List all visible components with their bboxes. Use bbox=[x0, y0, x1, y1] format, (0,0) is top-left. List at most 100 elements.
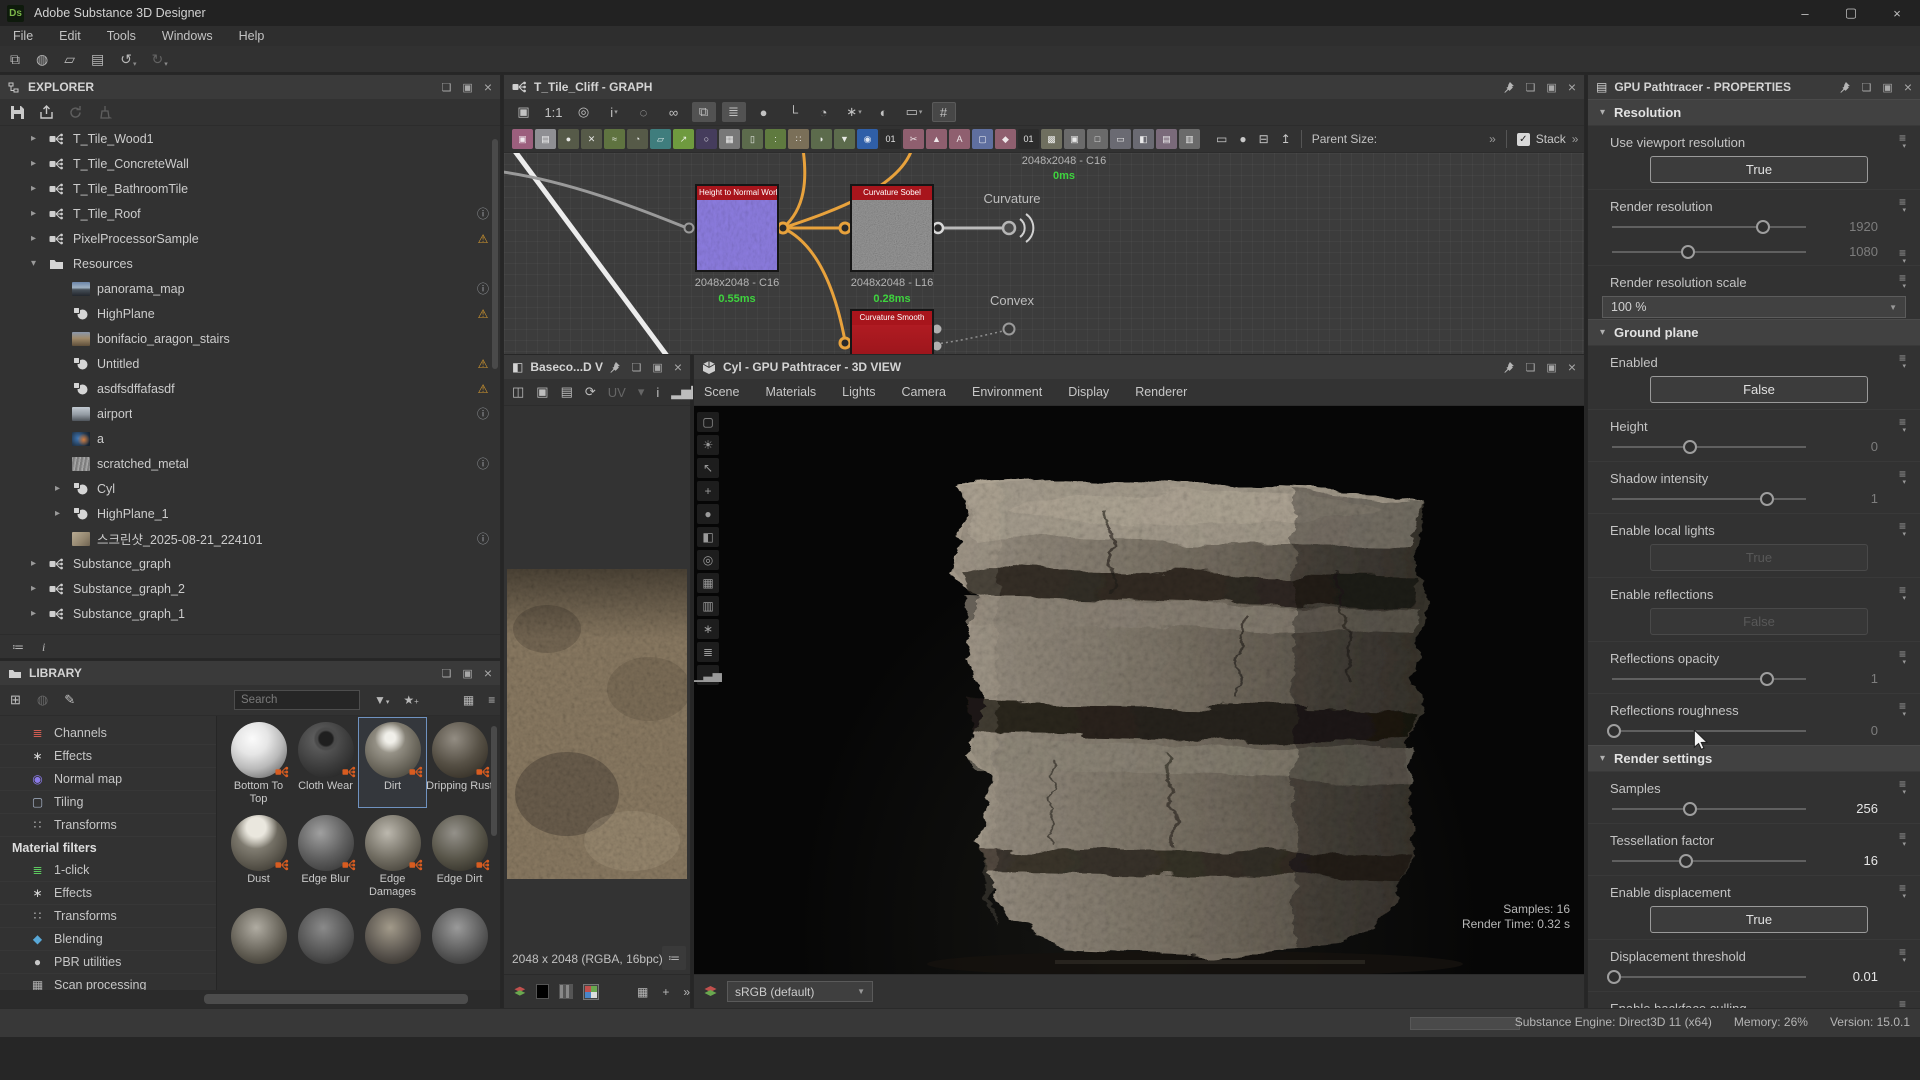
channels-icon[interactable] bbox=[704, 986, 717, 998]
explorer-item[interactable]: ▸ T_Tile_ConcreteWall bbox=[0, 151, 500, 176]
view2d-bottom-tool[interactable]: + bbox=[662, 985, 669, 999]
close-icon[interactable]: × bbox=[484, 665, 492, 681]
property-value[interactable]: 0 bbox=[1798, 723, 1878, 738]
node-shelf-tile[interactable]: ◧ bbox=[1133, 129, 1154, 149]
slider-handle[interactable] bbox=[1760, 492, 1774, 506]
add-folder-icon[interactable]: ⊞ bbox=[10, 692, 21, 708]
expander-chevron[interactable]: ▸ bbox=[27, 558, 40, 569]
material-item[interactable]: Cloth Wear bbox=[292, 718, 359, 807]
clean-icon[interactable] bbox=[97, 105, 113, 120]
list-view-icon[interactable]: ≡ bbox=[488, 693, 495, 707]
menu-item[interactable]: Help bbox=[226, 29, 278, 43]
node-shelf-tile[interactable]: ▥ bbox=[1179, 129, 1200, 149]
explorer-item[interactable]: ▸ T_Tile_Roof bbox=[0, 201, 500, 226]
node-shelf-tile[interactable]: 01 bbox=[1018, 129, 1039, 149]
property-menu-icon[interactable]: ≡ bbox=[1899, 197, 1906, 216]
library-category[interactable]: ∷ Transforms bbox=[0, 905, 216, 928]
colorspace-select[interactable]: sRGB (default) ▼ bbox=[727, 981, 873, 1002]
scrollbar-handle[interactable] bbox=[204, 994, 468, 1004]
explorer-item[interactable]: airport bbox=[0, 401, 500, 426]
expander-chevron[interactable]: ▸ bbox=[27, 608, 40, 619]
node-shelf-tile[interactable]: A bbox=[949, 129, 970, 149]
expander-chevron[interactable]: ▸ bbox=[27, 583, 40, 594]
status-badge[interactable] bbox=[475, 205, 491, 222]
property-value[interactable]: 0.01 bbox=[1798, 969, 1878, 984]
explorer-item[interactable]: ▸ HighPlane_1 bbox=[0, 501, 500, 526]
status-badge[interactable] bbox=[475, 357, 491, 371]
status-badge[interactable] bbox=[475, 280, 491, 297]
view2d-bottom-tool[interactable]: » bbox=[683, 985, 690, 999]
property-menu-icon[interactable]: ≡ bbox=[1899, 831, 1906, 850]
property-slider[interactable] bbox=[1612, 251, 1806, 253]
toolbar-icon[interactable]: ↻ ▾ bbox=[151, 51, 167, 68]
export-icon[interactable] bbox=[39, 105, 54, 120]
property-menu-icon[interactable]: ≡ bbox=[1899, 883, 1906, 902]
node-shelf-tile[interactable]: : bbox=[765, 129, 786, 149]
view3d-side-tool[interactable]: ▦ bbox=[697, 573, 719, 593]
graph-tool[interactable]: ▭ ▾ bbox=[902, 102, 926, 122]
material-item[interactable]: Edge Blur bbox=[292, 811, 359, 900]
node-shelf-tile[interactable]: ▼ bbox=[834, 129, 855, 149]
property-menu-icon[interactable]: ≡ bbox=[1899, 417, 1906, 436]
channels-icon[interactable] bbox=[514, 986, 526, 998]
minimize-button[interactable]: – bbox=[1782, 0, 1828, 26]
save-icon[interactable] bbox=[10, 105, 25, 120]
explorer-item[interactable]: ▸ Substance_graph_1 bbox=[0, 601, 500, 626]
background-swatch[interactable] bbox=[536, 984, 550, 999]
node-shelf-tile[interactable]: ◆ bbox=[995, 129, 1016, 149]
shelf-extra-icon[interactable]: ● bbox=[1239, 132, 1246, 146]
node-shelf-tile[interactable]: ✂ bbox=[903, 129, 924, 149]
expander-chevron[interactable]: ▸ bbox=[27, 233, 40, 244]
toolbar-icon[interactable]: ⧉ bbox=[10, 51, 21, 68]
view2d-tool[interactable]: ▤ bbox=[561, 384, 573, 400]
float-icon[interactable]: ❏ bbox=[442, 667, 452, 680]
expander-chevron[interactable]: ▸ bbox=[51, 508, 64, 519]
node-shelf-tile[interactable]: ○ bbox=[696, 129, 717, 149]
float-icon[interactable]: ❏ bbox=[442, 81, 452, 94]
view3d-side-tool[interactable]: ◎ bbox=[697, 550, 719, 570]
close-icon[interactable]: × bbox=[1568, 79, 1576, 95]
graph-node[interactable]: Curvature Sobel bbox=[850, 184, 934, 272]
maximize-icon[interactable]: ▣ bbox=[652, 361, 662, 374]
toolbar-icon[interactable]: ▱ bbox=[64, 51, 76, 68]
expander-chevron[interactable]: ▸ bbox=[27, 158, 40, 169]
explorer-item[interactable]: Untitled bbox=[0, 351, 500, 376]
view2d-content[interactable]: 2048 x 2048 (RGBA, 16bpc) bbox=[504, 406, 690, 976]
property-menu-icon[interactable]: ≡ bbox=[1899, 469, 1906, 488]
menu-item[interactable]: File bbox=[0, 29, 46, 43]
search-input[interactable] bbox=[234, 690, 360, 710]
material-item[interactable] bbox=[426, 904, 493, 991]
view3d-side-tool[interactable]: ▢ bbox=[697, 412, 719, 432]
explorer-item[interactable]: ▾ Resources bbox=[0, 251, 500, 276]
toolbar-icon[interactable]: ▤ bbox=[91, 51, 105, 68]
status-badge[interactable] bbox=[475, 455, 491, 472]
menu-item[interactable]: Edit bbox=[46, 29, 94, 43]
view3d-side-tool[interactable]: ≣ bbox=[697, 642, 719, 662]
slider-handle[interactable] bbox=[1756, 220, 1770, 234]
slider-handle[interactable] bbox=[1679, 854, 1693, 868]
status-badge[interactable] bbox=[475, 405, 491, 422]
graph-node[interactable]: Curvature Smooth bbox=[850, 309, 934, 354]
library-category[interactable]: ∷ Transforms bbox=[0, 814, 216, 837]
status-badge[interactable] bbox=[475, 382, 491, 396]
library-category[interactable]: Material filters bbox=[0, 837, 216, 859]
view3d-menu-item[interactable]: Lights bbox=[842, 385, 875, 399]
node-shelf-tile[interactable]: ◔ bbox=[627, 129, 648, 149]
add-filter-icon[interactable]: ◍ bbox=[37, 692, 48, 708]
status-badge[interactable] bbox=[475, 232, 491, 246]
property-slider[interactable] bbox=[1612, 808, 1806, 810]
view2d-tool[interactable]: ◫ bbox=[512, 384, 524, 400]
property-toggle-button[interactable]: True bbox=[1650, 906, 1868, 933]
maximize-icon[interactable]: ▣ bbox=[462, 81, 472, 94]
pattern-swatch[interactable] bbox=[559, 984, 573, 999]
stack-checkbox[interactable]: ✓ bbox=[1517, 133, 1530, 146]
node-shelf-tile[interactable]: ▩ bbox=[1041, 129, 1062, 149]
view2d-tool[interactable]: UV bbox=[608, 385, 626, 400]
node-shelf-tile[interactable]: ▱ bbox=[650, 129, 671, 149]
property-value[interactable]: 256 bbox=[1798, 801, 1878, 816]
property-menu-icon[interactable]: ≡ bbox=[1899, 353, 1906, 372]
node-canvas[interactable]: Height to Normal World... 2048x2048 - C1… bbox=[504, 153, 1584, 354]
property-menu-icon[interactable]: ≡ bbox=[1899, 701, 1906, 720]
view2d-tool[interactable]: i bbox=[656, 385, 659, 400]
shelf-extra-icon[interactable]: ⊟ bbox=[1259, 132, 1269, 146]
